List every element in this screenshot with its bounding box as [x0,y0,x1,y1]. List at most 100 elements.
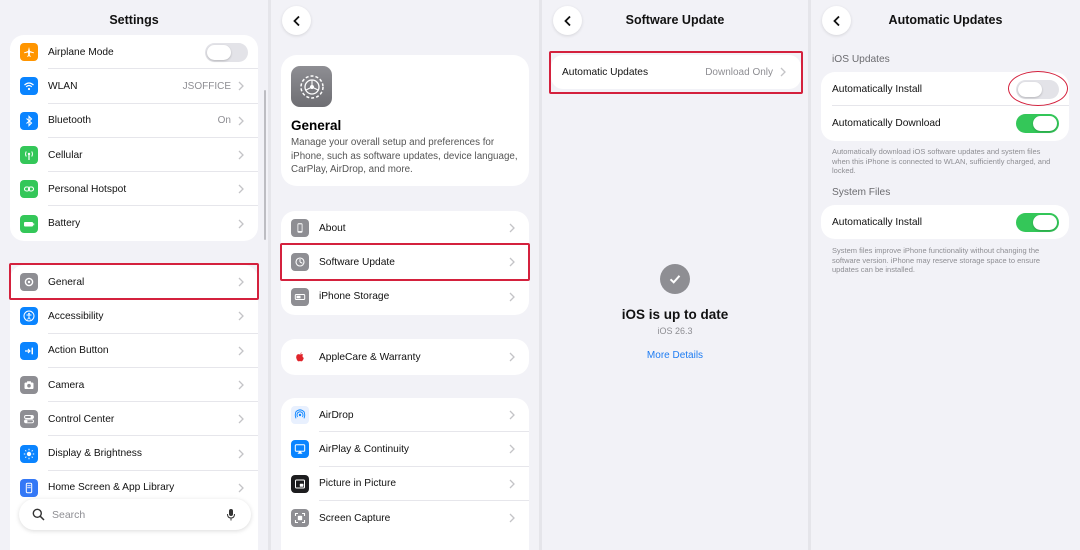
settings-row-battery[interactable]: Battery [10,206,258,240]
phone-icon [20,478,38,497]
system-auto-install-toggle[interactable] [1016,212,1059,232]
bluetooth-value: On [217,115,231,127]
automatic-updates-screen: Automatic Updates iOS Updates Automatica… [811,0,1080,550]
search-bar[interactable]: Search [19,499,251,530]
chevron-right-icon [238,414,244,424]
screen-capture-icon [291,509,309,528]
settings-row-display-brightness[interactable]: Display & Brightness [10,436,258,471]
settings-row-action-button[interactable]: Action Button [10,334,258,368]
row-label: WLAN [48,80,78,92]
back-button[interactable] [282,6,311,35]
general-row-applecare[interactable]: AppleCare & Warranty [281,339,529,375]
wlan-value: JSOFFICE [182,80,231,92]
chevron-right-icon [238,311,244,321]
general-row-airdrop[interactable]: AirDrop [281,398,529,433]
scrollbar[interactable] [264,90,266,240]
toggle-knob [1033,115,1057,131]
settings-group-connectivity: Airplane Mode WLAN JSOFFICE Bluetooth On [10,35,258,241]
toggle-knob [1033,214,1057,230]
toggle-knob [207,44,231,60]
screens-container: Settings Airplane Mode WLAN JSOFFICE Blu… [0,0,1080,550]
chevron-right-icon [238,449,244,459]
chevron-right-icon [238,346,244,356]
highlight-auto-install-toggle [1008,71,1068,106]
settings-row-control-center[interactable]: Control Center [10,402,258,437]
chevron-right-icon [238,150,244,160]
row-label: Camera [48,379,85,391]
phone-icon [291,219,309,238]
system-auto-install-row[interactable]: Automatically Install [821,205,1069,239]
highlight-software-update [280,243,530,281]
airdrop-icon [291,406,309,425]
chevron-right-icon [509,444,515,454]
row-label: iPhone Storage [319,291,390,303]
chevron-right-icon [509,292,515,302]
chevron-right-icon [238,81,244,91]
row-label: Automatically Download [832,117,941,129]
update-status: iOS is up to date iOS 26.3 More Details [542,264,808,361]
settings-row-wlan[interactable]: WLAN JSOFFICE [10,69,258,104]
airplane-mode-toggle[interactable] [205,42,248,62]
settings-row-bluetooth[interactable]: Bluetooth On [10,104,258,138]
ios-auto-download-row[interactable]: Automatically Download [821,106,1069,140]
bluetooth-icon [20,111,38,130]
row-label: Screen Capture [319,512,391,524]
general-row-screen-capture[interactable]: Screen Capture [281,501,529,535]
page-title: Software Update [625,13,725,27]
status-title: iOS is up to date [621,307,729,322]
gear-icon [291,66,332,107]
row-label: Automatically Install [832,83,923,95]
settings-row-airplane-mode[interactable]: Airplane Mode [10,35,258,70]
row-label: Bluetooth [48,115,92,127]
row-label: Display & Brightness [48,448,142,460]
accessibility-icon [20,307,38,326]
search-input[interactable]: Search [52,509,226,521]
settings-row-personal-hotspot[interactable]: Personal Hotspot [10,172,258,207]
row-label: Home Screen & App Library [48,482,175,494]
row-label: Picture in Picture [319,478,397,490]
software-update-screen: Software Update Automatic Updates Downlo… [542,0,808,550]
system-files-footnote: System files improve iPhone functionalit… [832,246,1041,274]
row-label: AppleCare & Warranty [319,351,421,363]
row-label: Automatically Install [832,216,923,228]
general-header-card: General Manage your overall setup and pr… [281,55,529,186]
general-row-airplay[interactable]: AirPlay & Continuity [281,432,529,467]
row-label: Battery [48,218,81,230]
chevron-right-icon [238,184,244,194]
general-row-iphone-storage[interactable]: iPhone Storage [281,280,529,314]
row-label: Control Center [48,413,115,425]
row-label: AirDrop [319,409,354,421]
row-label: AirPlay & Continuity [319,443,410,455]
row-label: Cellular [48,149,83,161]
row-label: Accessibility [48,310,104,322]
general-row-picture-in-picture[interactable]: Picture in Picture [281,467,529,501]
ios-version: iOS 26.3 [657,326,693,336]
section-header-ios-updates: iOS Updates [832,54,890,65]
general-title: General [291,118,342,133]
storage-icon [291,287,309,306]
settings-screen: Settings Airplane Mode WLAN JSOFFICE Blu… [0,0,268,550]
more-details-link[interactable]: More Details [542,350,808,361]
chevron-right-icon [238,483,244,493]
general-group-sharing: AirDrop AirPlay & Continuity Picture in … [281,398,529,550]
sun-icon [20,444,38,463]
ios-updates-footnote: Automatically download iOS software upda… [832,147,1051,175]
general-group-applecare: AppleCare & Warranty [281,339,529,375]
wifi-icon [20,77,38,96]
battery-icon [20,214,38,233]
row-label: About [319,222,346,234]
section-header-system-files: System Files [832,187,891,198]
general-row-about[interactable]: About [281,211,529,246]
airplay-icon [291,440,309,459]
microphone-icon[interactable] [226,508,236,522]
pip-icon [291,474,309,493]
settings-row-accessibility[interactable]: Accessibility [10,299,258,334]
settings-row-camera[interactable]: Camera [10,368,258,403]
highlight-general [9,263,259,300]
row-label: Airplane Mode [48,46,114,58]
ios-auto-download-toggle[interactable] [1016,113,1059,133]
settings-row-cellular[interactable]: Cellular [10,138,258,173]
search-icon [32,508,45,521]
chevron-right-icon [509,223,515,233]
chevron-left-icon [292,15,300,26]
